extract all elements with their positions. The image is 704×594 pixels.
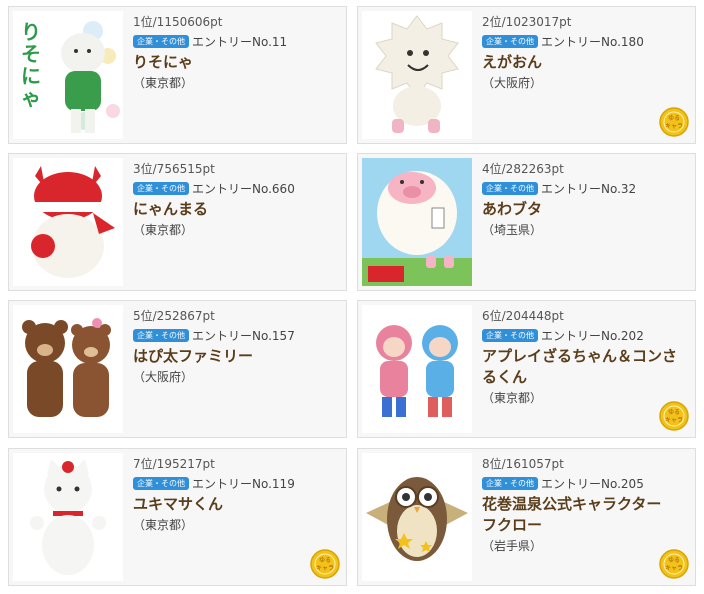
category-badge: 企業・その他 — [482, 477, 538, 490]
svg-text:り: り — [21, 20, 41, 44]
svg-text:キャラ: キャラ — [665, 565, 683, 572]
medal-icon: ゆる キャラ — [659, 549, 689, 579]
svg-text:キャラ: キャラ — [665, 417, 683, 424]
character-photo[interactable] — [362, 305, 472, 433]
character-photo[interactable] — [13, 305, 123, 433]
card-info: 4位/282263pt 企業・その他 エントリーNo.32 あわブタ （埼玉県） — [482, 161, 687, 238]
rank-points: 5位/252867pt — [133, 309, 215, 323]
character-name[interactable]: にゃんまる — [133, 199, 338, 220]
ranking-card[interactable]: 2位/1023017pt 企業・その他 エントリーNo.180 えがおん （大阪府… — [357, 6, 696, 144]
prefecture: （東京都） — [133, 76, 194, 90]
entry-number: エントリーNo.119 — [192, 476, 295, 491]
card-info: 6位/204448pt 企業・その他 エントリーNo.202 アプレイざるちゃん＆… — [482, 308, 687, 406]
ranking-card[interactable]: 4位/282263pt 企業・その他 エントリーNo.32 あわブタ （埼玉県） — [357, 153, 696, 291]
prefecture: （東京都） — [133, 223, 194, 237]
medal-icon: ゆる キャラ — [310, 549, 340, 579]
character-photo[interactable] — [13, 453, 123, 581]
ranking-card[interactable]: り そ に ゃ 1位/1150606pt 企業・その他 エントリーNo.11 りそ… — [8, 6, 347, 144]
category-badge: 企業・その他 — [133, 329, 189, 342]
ranking-grid: り そ に ゃ 1位/1150606pt 企業・その他 エントリーNo.11 りそ… — [0, 0, 704, 594]
svg-text:ゃ: ゃ — [21, 86, 41, 110]
prefecture: （東京都） — [482, 391, 543, 405]
svg-text:ゆる: ゆる — [668, 115, 680, 122]
prefecture: （岩手県） — [482, 539, 543, 553]
card-info: 3位/756515pt 企業・その他 エントリーNo.660 にゃんまる （東京都… — [133, 161, 338, 238]
svg-text:に: に — [21, 64, 41, 88]
rank-points: 1位/1150606pt — [133, 15, 223, 29]
category-badge: 企業・その他 — [482, 35, 538, 48]
character-photo[interactable] — [362, 453, 472, 581]
ranking-card[interactable]: 7位/195217pt 企業・その他 エントリーNo.119 ユキマサくん （東京… — [8, 448, 347, 586]
card-info: 2位/1023017pt 企業・その他 エントリーNo.180 えがおん （大阪府… — [482, 14, 687, 91]
card-info: 8位/161057pt 企業・その他 エントリーNo.205 花巻温泉公式キャラク… — [482, 456, 687, 554]
entry-line: 企業・その他 エントリーNo.660 — [133, 180, 338, 196]
entry-line: 企業・その他 エントリーNo.11 — [133, 33, 338, 49]
character-name[interactable]: えがおん — [482, 52, 687, 73]
svg-text:そ: そ — [21, 42, 41, 66]
rank-points: 7位/195217pt — [133, 457, 215, 471]
prefecture: （大阪府） — [482, 76, 543, 90]
prefecture: （大阪府） — [133, 370, 194, 384]
medal-icon: ゆる キャラ — [659, 401, 689, 431]
category-badge: 企業・その他 — [482, 329, 538, 342]
rank-points: 8位/161057pt — [482, 457, 564, 471]
ranking-card[interactable]: 3位/756515pt 企業・その他 エントリーNo.660 にゃんまる （東京都… — [8, 153, 347, 291]
entry-number: エントリーNo.11 — [192, 34, 288, 49]
category-badge: 企業・その他 — [482, 182, 538, 195]
entry-number: エントリーNo.32 — [541, 181, 637, 196]
card-info: 7位/195217pt 企業・その他 エントリーNo.119 ユキマサくん （東京… — [133, 456, 338, 533]
rank-points: 2位/1023017pt — [482, 15, 572, 29]
svg-text:ゆる: ゆる — [668, 409, 680, 416]
svg-text:ゆる: ゆる — [668, 557, 680, 564]
entry-line: 企業・その他 エントリーNo.157 — [133, 327, 338, 343]
entry-number: エントリーNo.205 — [541, 476, 644, 491]
rank-points: 4位/282263pt — [482, 162, 564, 176]
prefecture: （埼玉県） — [482, 223, 543, 237]
card-info: 1位/1150606pt 企業・その他 エントリーNo.11 りそにゃ （東京都） — [133, 14, 338, 91]
character-photo[interactable]: り そ に ゃ — [13, 11, 123, 139]
character-photo[interactable] — [362, 11, 472, 139]
prefecture: （東京都） — [133, 518, 194, 532]
entry-number: エントリーNo.157 — [192, 328, 295, 343]
entry-number: エントリーNo.180 — [541, 34, 644, 49]
character-name[interactable]: アプレイざるちゃん＆コンさるくん — [482, 346, 687, 388]
card-info: 5位/252867pt 企業・その他 エントリーNo.157 はぴ太ファミリー （… — [133, 308, 338, 385]
character-name[interactable]: 花巻温泉公式キャラクター フクロー — [482, 494, 687, 536]
medal-icon: ゆる キャラ — [659, 107, 689, 137]
category-badge: 企業・その他 — [133, 35, 189, 48]
rank-points: 3位/756515pt — [133, 162, 215, 176]
category-badge: 企業・その他 — [133, 477, 189, 490]
entry-line: 企業・その他 エントリーNo.119 — [133, 475, 338, 491]
entry-number: エントリーNo.660 — [192, 181, 295, 196]
category-badge: 企業・その他 — [133, 182, 189, 195]
character-name[interactable]: ユキマサくん — [133, 494, 338, 515]
rank-points: 6位/204448pt — [482, 309, 564, 323]
svg-text:キャラ: キャラ — [316, 565, 334, 572]
entry-line: 企業・その他 エントリーNo.180 — [482, 33, 687, 49]
svg-text:キャラ: キャラ — [665, 123, 683, 130]
character-photo[interactable] — [13, 158, 123, 286]
entry-line: 企業・その他 エントリーNo.205 — [482, 475, 687, 491]
entry-line: 企業・その他 エントリーNo.202 — [482, 327, 687, 343]
entry-line: 企業・その他 エントリーNo.32 — [482, 180, 687, 196]
entry-number: エントリーNo.202 — [541, 328, 644, 343]
character-name[interactable]: りそにゃ — [133, 52, 338, 73]
ranking-card[interactable]: 6位/204448pt 企業・その他 エントリーNo.202 アプレイざるちゃん＆… — [357, 300, 696, 438]
character-name[interactable]: あわブタ — [482, 199, 687, 220]
svg-text:ゆる: ゆる — [319, 557, 331, 564]
character-photo[interactable] — [362, 158, 472, 286]
ranking-card[interactable]: 5位/252867pt 企業・その他 エントリーNo.157 はぴ太ファミリー （… — [8, 300, 347, 438]
character-name[interactable]: はぴ太ファミリー — [133, 346, 338, 367]
ranking-card[interactable]: 8位/161057pt 企業・その他 エントリーNo.205 花巻温泉公式キャラク… — [357, 448, 696, 586]
